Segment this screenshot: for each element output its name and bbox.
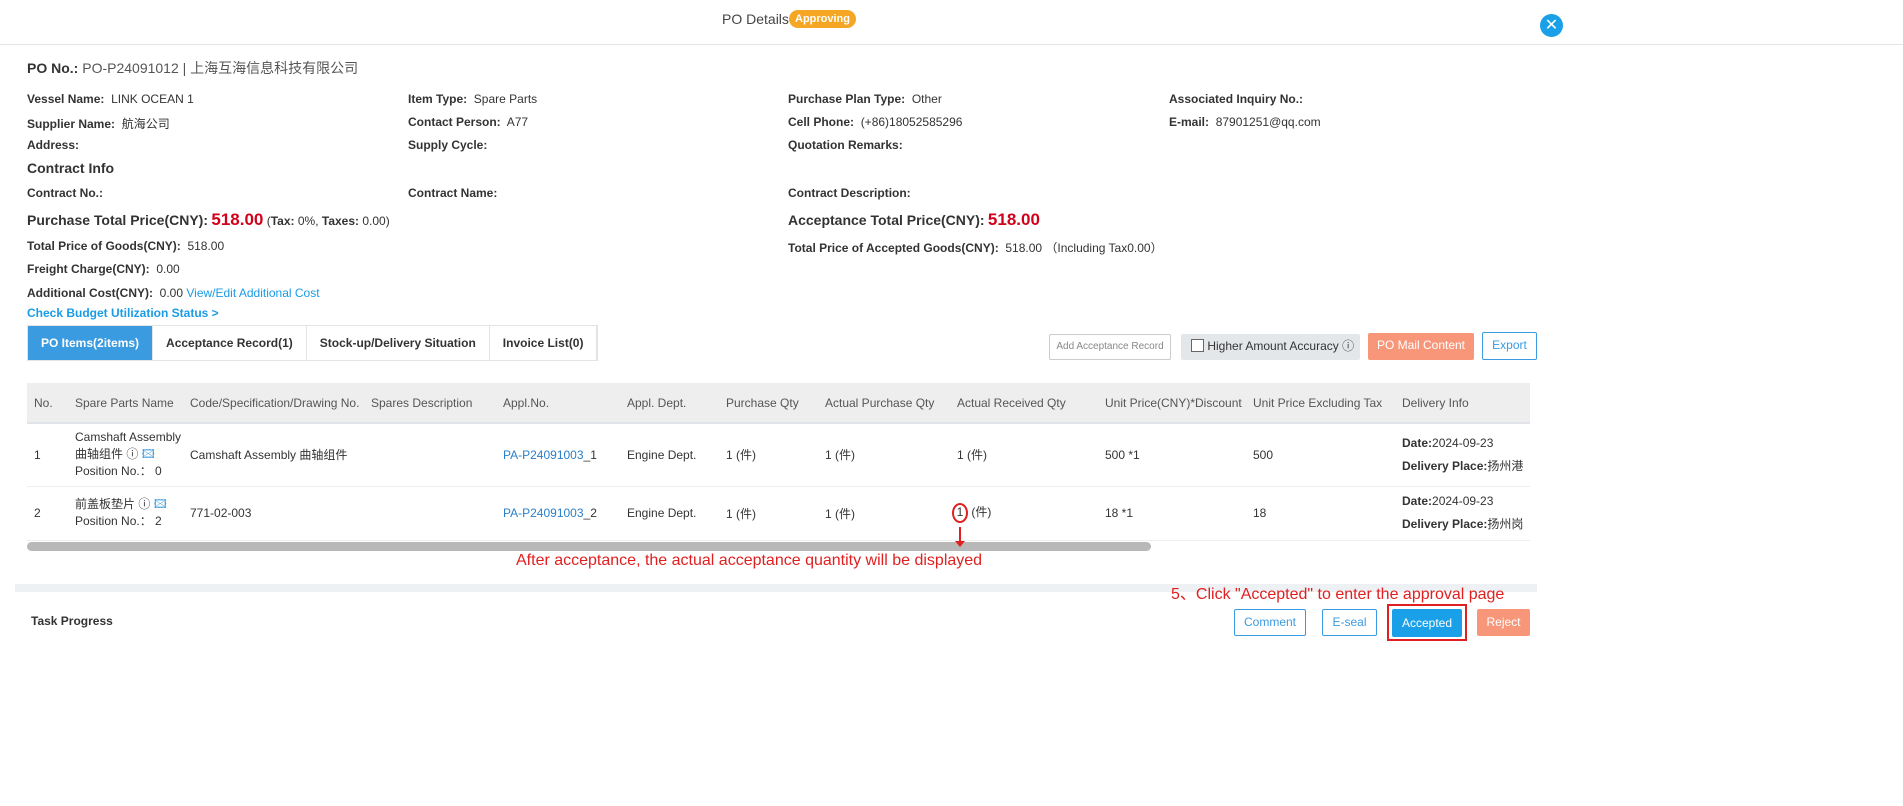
inquiry-field: Associated Inquiry No.: bbox=[1169, 92, 1304, 106]
info-icon: ⓘ bbox=[1342, 339, 1355, 353]
col-appl-no: Appl.No. bbox=[503, 383, 627, 424]
plan-type-field: Purchase Plan Type: Other bbox=[788, 92, 942, 106]
po-value: PO-P24091012 | 上海互海信息科技有限公司 bbox=[82, 60, 359, 76]
info-icon: ⓘ bbox=[126, 447, 139, 462]
contract-heading: Contract Info bbox=[27, 160, 115, 176]
table-header-row: No. Spare Parts Name Code/Specification/Dr… bbox=[27, 383, 1530, 424]
freight-charge: Freight Charge(CNY): 0.00 bbox=[27, 262, 180, 276]
dialog-header: PO Details Approving ✕ bbox=[0, 0, 1903, 45]
contract-name-label: Contract Name: bbox=[408, 186, 498, 200]
view-edit-additional-cost-link[interactable]: View/Edit Additional Cost bbox=[186, 286, 319, 300]
additional-cost: Additional Cost(CNY): 0.00 View/Edit Add… bbox=[27, 286, 320, 300]
col-price: Unit Price(CNY)*Discount bbox=[1105, 383, 1253, 424]
task-progress-label: Task Progress bbox=[31, 614, 113, 628]
col-qty: Purchase Qty bbox=[726, 383, 825, 424]
received-qty-highlight: 1 bbox=[952, 503, 968, 523]
contract-desc-label: Contract Description: bbox=[788, 186, 911, 200]
col-no: No. bbox=[27, 383, 75, 424]
close-icon[interactable]: ✕ bbox=[1540, 14, 1563, 37]
address-label: Address: bbox=[27, 138, 80, 152]
col-code: Code/Specification/Drawing No. bbox=[190, 383, 371, 424]
quotation-label: Quotation Remarks: bbox=[788, 138, 903, 152]
po-mail-content-button[interactable]: PO Mail Content bbox=[1368, 333, 1474, 360]
po-label: PO No.: bbox=[27, 60, 79, 76]
tab-acceptance-record[interactable]: Acceptance Record(1) bbox=[153, 326, 307, 360]
po-number: PO No.: PO-P24091012 | 上海互海信息科技有限公司 bbox=[27, 58, 358, 78]
tab-stockup-delivery[interactable]: Stock-up/Delivery Situation bbox=[307, 326, 490, 360]
dialog-title: PO Details bbox=[722, 11, 789, 27]
goods-total: Total Price of Goods(CNY): 518.00 bbox=[27, 239, 225, 253]
purchase-total: Purchase Total Price(CNY): 518.00 (Tax: … bbox=[27, 210, 390, 229]
check-budget-link[interactable]: Check Budget Utilization Status > bbox=[27, 306, 219, 320]
acceptance-total: Acceptance Total Price(CNY): 518.00 bbox=[788, 210, 1040, 229]
appl-no-link[interactable]: PA-P24091003 bbox=[503, 506, 584, 520]
table-row: 2 前盖板垫片 ⓘ 🖾 Position No.： 2 771-02-003 PA… bbox=[27, 486, 1530, 541]
col-received: Actual Received Qty bbox=[957, 383, 1105, 424]
col-name: Spare Parts Name bbox=[75, 383, 190, 424]
reject-button[interactable]: Reject bbox=[1477, 609, 1530, 636]
horizontal-scrollbar[interactable] bbox=[27, 542, 1151, 551]
table-row: 1 Camshaft Assembly 曲轴组件 ⓘ 🖾 Position No.… bbox=[27, 423, 1530, 487]
contact-field: Contact Person: A77 bbox=[408, 115, 529, 129]
cell-field: Cell Phone: (+86)18052585296 bbox=[788, 115, 963, 129]
image-icon[interactable]: 🖾 bbox=[154, 497, 167, 511]
appl-no-link[interactable]: PA-P24091003 bbox=[503, 448, 584, 462]
col-desc: Spares Description bbox=[371, 383, 503, 424]
tab-po-items[interactable]: PO Items(2items) bbox=[28, 326, 154, 360]
item-type-field: Item Type: Spare Parts bbox=[408, 92, 538, 106]
arrow-head-icon bbox=[955, 541, 965, 547]
contract-no-label: Contract No.: bbox=[27, 186, 103, 200]
supply-cycle-label: Supply Cycle: bbox=[408, 138, 488, 152]
add-acceptance-record-button[interactable]: Add Acceptance Record bbox=[1049, 334, 1171, 360]
tab-invoice-list[interactable]: Invoice List(0) bbox=[490, 326, 598, 360]
vessel-field: Vessel Name: LINK OCEAN 1 bbox=[27, 92, 194, 106]
email-field: E-mail: 87901251@qq.com bbox=[1169, 115, 1321, 129]
tab-bar: PO Items(2items) Acceptance Record(1) St… bbox=[27, 325, 599, 361]
status-badge: Approving bbox=[789, 10, 856, 28]
e-seal-button[interactable]: E-seal bbox=[1322, 609, 1377, 636]
col-actual-qty: Actual Purchase Qty bbox=[825, 383, 957, 424]
col-excl: Unit Price Excluding Tax bbox=[1253, 383, 1402, 424]
annotation-step5: 5、Click "Accepted" to enter the approval… bbox=[1171, 586, 1505, 603]
higher-accuracy-toggle[interactable]: Higher Amount Accuracy ⓘ bbox=[1181, 334, 1360, 360]
comment-button[interactable]: Comment bbox=[1234, 609, 1306, 636]
annotation-qty-note: After acceptance, the actual acceptance … bbox=[516, 552, 983, 569]
export-button[interactable]: Export bbox=[1482, 332, 1537, 360]
col-dept: Appl. Dept. bbox=[627, 383, 726, 424]
po-items-table: No. Spare Parts Name Code/Specification/Dr… bbox=[27, 383, 1530, 541]
accepted-goods-total: Total Price of Accepted Goods(CNY): 518.… bbox=[788, 241, 1163, 255]
col-delivery: Delivery Info bbox=[1402, 383, 1530, 424]
info-icon: ⓘ bbox=[138, 497, 151, 511]
accepted-button[interactable]: Accepted bbox=[1392, 609, 1462, 637]
supplier-field: Supplier Name: 航海公司 bbox=[27, 117, 170, 131]
image-icon[interactable]: 🖾 bbox=[142, 447, 155, 461]
checkbox[interactable] bbox=[1191, 339, 1204, 352]
